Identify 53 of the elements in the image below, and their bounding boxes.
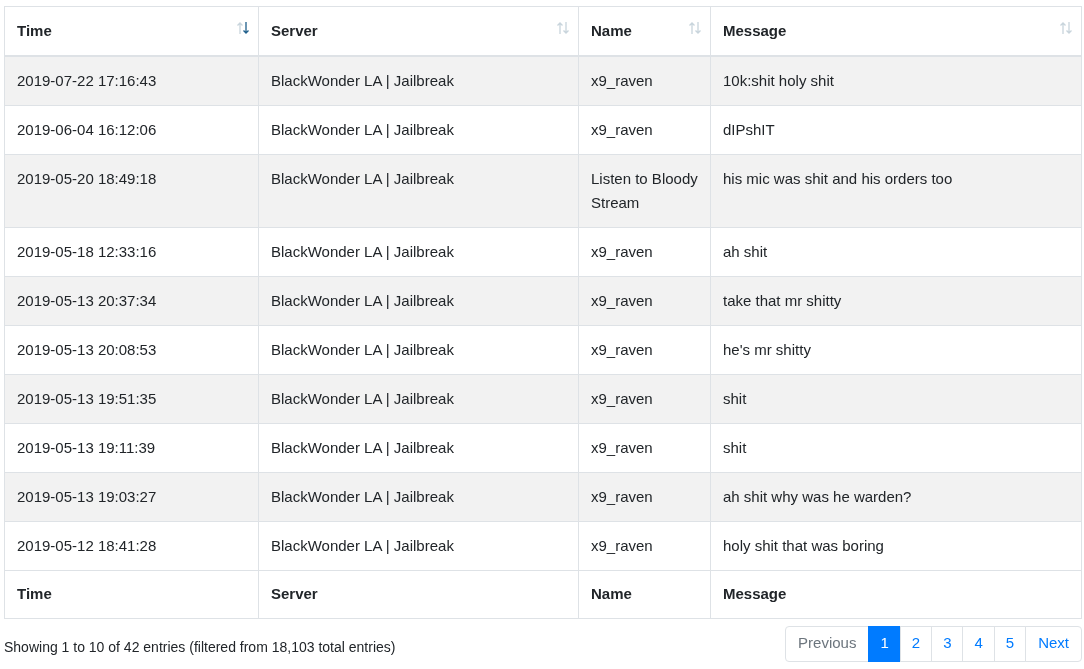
column-header[interactable]: Time xyxy=(4,6,259,56)
column-footer: Server xyxy=(258,570,579,618)
column-footer: Message xyxy=(710,570,1082,618)
entries-info: Showing 1 to 10 of 42 entries (filtered from 18,103 total entries) xyxy=(4,638,396,657)
table-cell: BlackWonder LA | Jailbreak xyxy=(258,521,579,570)
table-cell: x9_raven xyxy=(578,105,711,154)
table-cell: BlackWonder LA | Jailbreak xyxy=(258,227,579,276)
page-nav-button[interactable]: Next xyxy=(1025,625,1082,662)
table-cell: shit xyxy=(710,374,1082,423)
table-cell: Listen to Bloody Stream xyxy=(578,154,711,227)
table-cell: 2019-05-18 12:33:16 xyxy=(4,227,259,276)
table-cell: BlackWonder LA | Jailbreak xyxy=(258,423,579,472)
page-button[interactable]: 1 xyxy=(868,625,901,662)
table-cell: take that mr shitty xyxy=(710,276,1082,325)
table-cell: x9_raven xyxy=(578,55,711,105)
table-cell: he's mr shitty xyxy=(710,325,1082,374)
table-cell: ah shit xyxy=(710,227,1082,276)
table-cell: BlackWonder LA | Jailbreak xyxy=(258,154,579,227)
table-cell: BlackWonder LA | Jailbreak xyxy=(258,105,579,154)
table-cell: 2019-07-22 17:16:43 xyxy=(4,55,259,105)
column-header[interactable]: Message xyxy=(710,6,1082,56)
table-cell: ah shit why was he warden? xyxy=(710,472,1082,521)
table-cell: BlackWonder LA | Jailbreak xyxy=(258,55,579,105)
table-cell: 2019-05-13 19:11:39 xyxy=(4,423,259,472)
table-cell: BlackWonder LA | Jailbreak xyxy=(258,374,579,423)
table-cell: 2019-05-13 20:08:53 xyxy=(4,325,259,374)
column-header[interactable]: Server xyxy=(258,6,579,56)
column-footer: Time xyxy=(4,570,259,618)
table-cell: x9_raven xyxy=(578,276,711,325)
table-cell: 2019-05-13 19:03:27 xyxy=(4,472,259,521)
table-cell: 2019-05-12 18:41:28 xyxy=(4,521,259,570)
page-button[interactable]: 4 xyxy=(962,625,995,662)
table-cell: holy shit that was boring xyxy=(710,521,1082,570)
table-cell: his mic was shit and his orders too xyxy=(710,154,1082,227)
table-cell: 2019-05-13 19:51:35 xyxy=(4,374,259,423)
table-cell: shit xyxy=(710,423,1082,472)
table-cell: x9_raven xyxy=(578,227,711,276)
table-cell: 2019-06-04 16:12:06 xyxy=(4,105,259,154)
table-cell: x9_raven xyxy=(578,423,711,472)
table-cell: x9_raven xyxy=(578,521,711,570)
table-cell: 10k:shit holy shit xyxy=(710,55,1082,105)
page-button[interactable]: 3 xyxy=(931,625,964,662)
table-cell: dIPshIT xyxy=(710,105,1082,154)
table-cell: x9_raven xyxy=(578,472,711,521)
table-cell: BlackWonder LA | Jailbreak xyxy=(258,276,579,325)
table-cell: x9_raven xyxy=(578,325,711,374)
table-cell: BlackWonder LA | Jailbreak xyxy=(258,325,579,374)
column-header[interactable]: Name xyxy=(578,6,711,56)
table-cell: 2019-05-13 20:37:34 xyxy=(4,276,259,325)
table-cell: BlackWonder LA | Jailbreak xyxy=(258,472,579,521)
column-footer: Name xyxy=(578,570,711,618)
table-cell: 2019-05-20 18:49:18 xyxy=(4,154,259,227)
table-cell: x9_raven xyxy=(578,374,711,423)
